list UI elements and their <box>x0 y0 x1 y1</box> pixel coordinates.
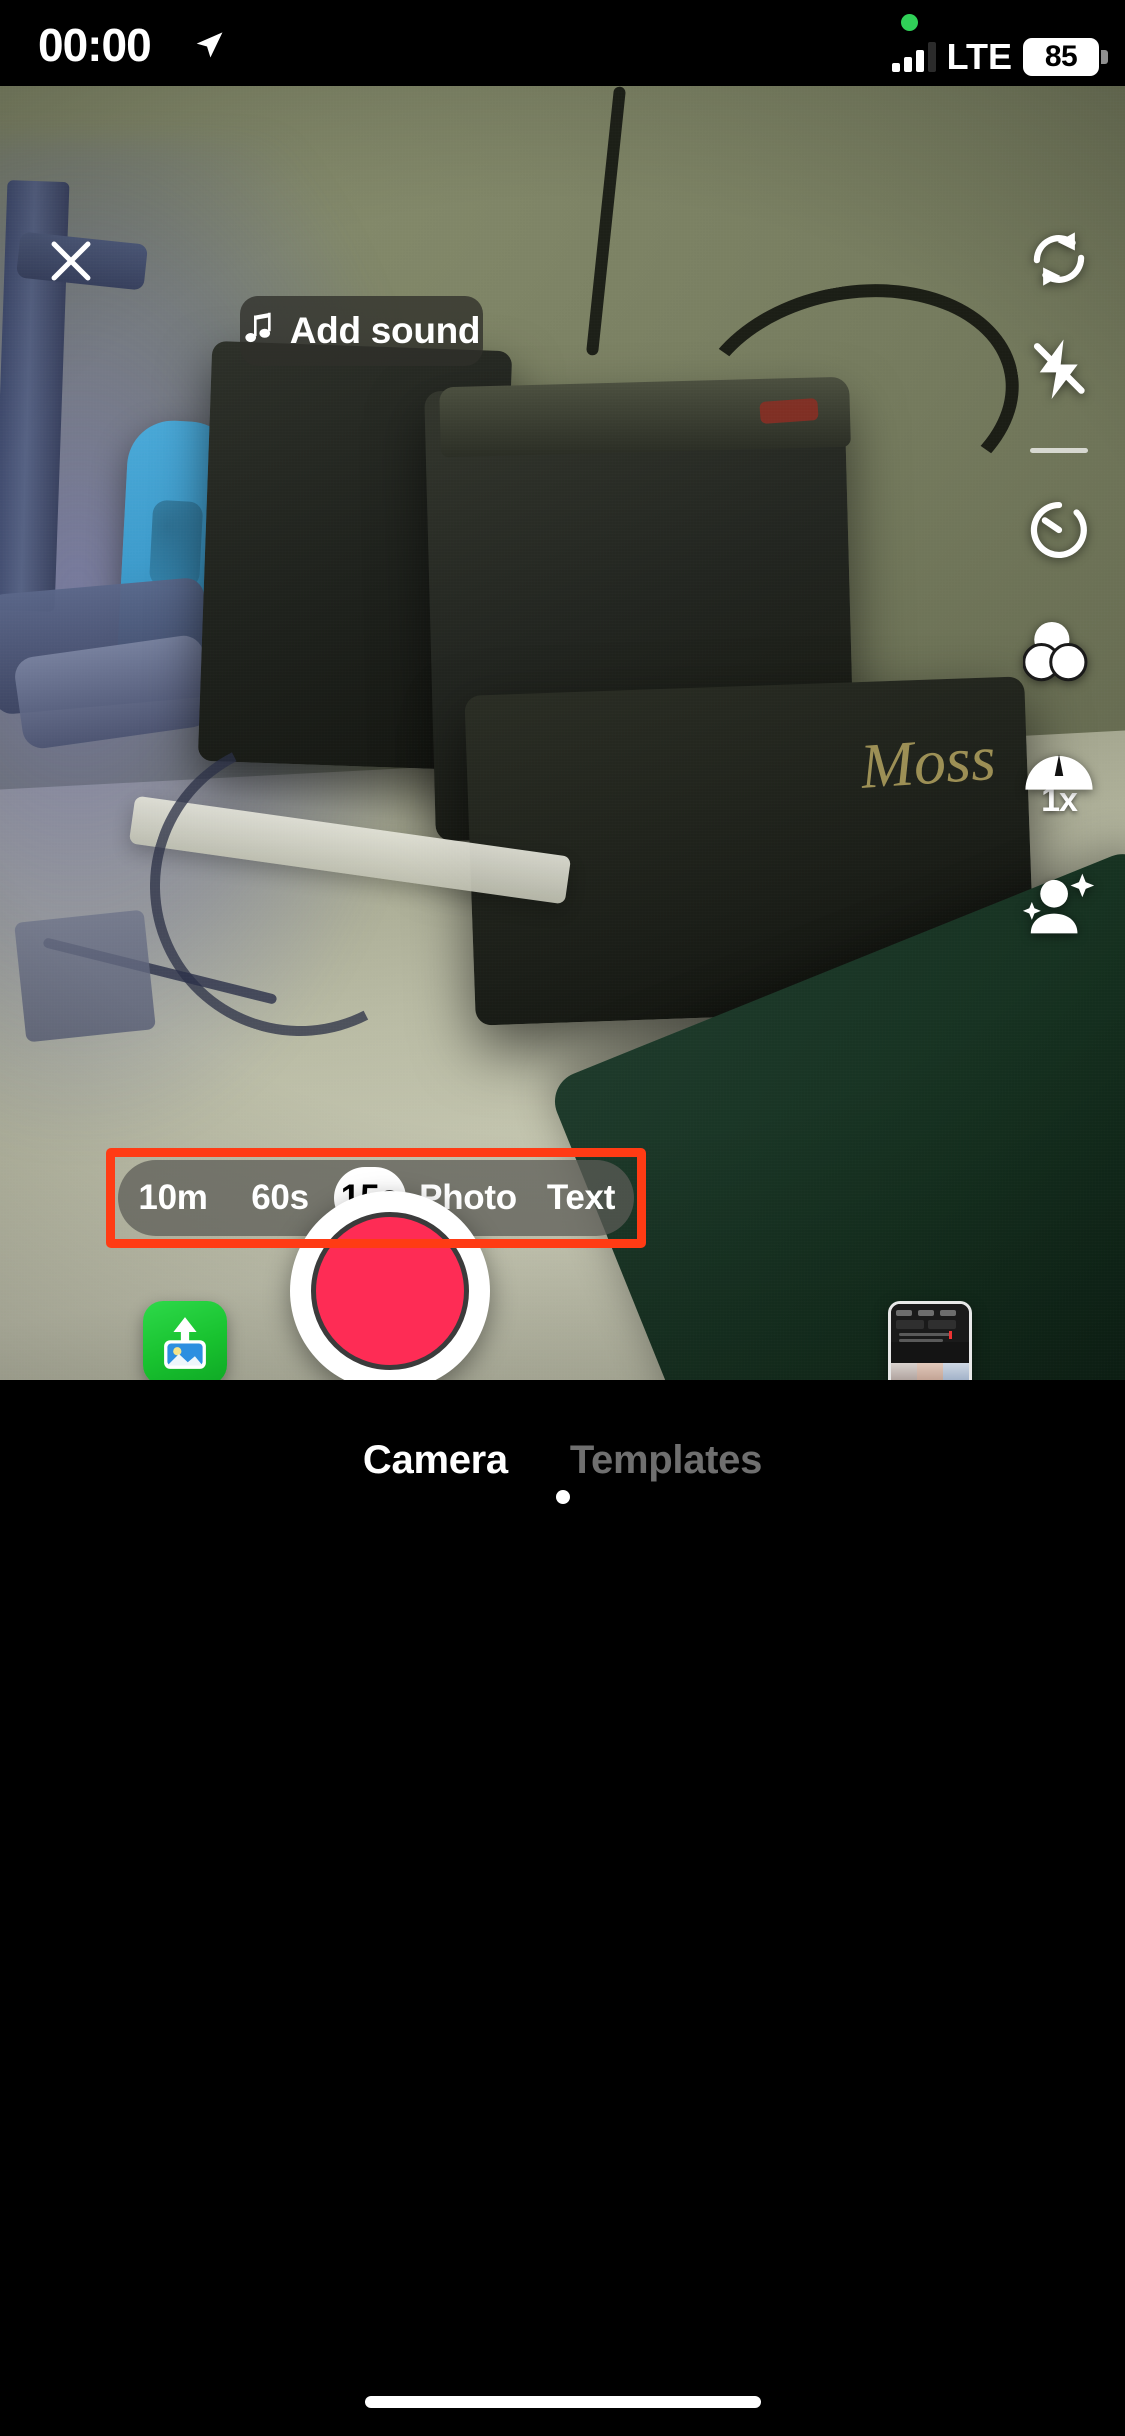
network-type-label: LTE <box>946 36 1012 77</box>
status-time: 00:00 <box>38 19 152 71</box>
close-icon <box>42 232 100 295</box>
phone-screen: Moss <box>0 0 1125 2436</box>
upload-button[interactable]: Upload <box>845 1301 1015 1380</box>
flip-camera-button[interactable] <box>993 206 1125 316</box>
close-button[interactable] <box>30 222 112 304</box>
battery-nub <box>1101 50 1108 64</box>
camera-tool-rail: 1x <box>993 206 1125 963</box>
timer-button[interactable] <box>993 475 1125 589</box>
mode-selector-annotation-box <box>106 1148 646 1248</box>
tab-bar: Camera Templates <box>0 1438 1125 1483</box>
battery-indicator: 85 <box>1023 38 1108 76</box>
effects-button[interactable]: Effects <box>100 1301 270 1380</box>
enhance-button[interactable] <box>993 847 1125 963</box>
beautify-person-icon <box>1021 869 1097 942</box>
add-sound-label: Add sound <box>289 310 481 351</box>
cellular-signal-icon <box>891 42 936 72</box>
tab-templates[interactable]: Templates <box>570 1438 762 1483</box>
tool-rail-divider <box>1030 448 1088 453</box>
flip-camera-icon <box>1025 225 1093 298</box>
flash-off-icon <box>1025 335 1093 408</box>
add-sound-button[interactable]: Add sound <box>240 296 483 366</box>
location-arrow-icon <box>192 28 226 62</box>
filters-icon <box>1022 617 1095 688</box>
zoom-button[interactable]: 1x <box>993 715 1125 847</box>
home-indicator[interactable] <box>364 2396 761 2408</box>
effects-image-icon <box>143 1301 227 1380</box>
speedometer-icon <box>1022 742 1096 799</box>
recording-indicator-dot <box>901 14 918 31</box>
status-bar-right: LTE 85 <box>891 36 1108 78</box>
active-tab-indicator-dot <box>555 1490 570 1504</box>
bottom-bar: Camera Templates <box>0 1380 1125 2436</box>
timer-icon <box>1025 496 1093 569</box>
flash-button[interactable] <box>993 316 1125 426</box>
status-bar: 00:00 LTE 85 <box>0 0 1125 86</box>
battery-percent-label: 85 <box>1044 40 1078 73</box>
filters-button[interactable] <box>993 589 1125 715</box>
camera-viewfinder[interactable]: Moss <box>0 86 1125 1380</box>
tab-camera[interactable]: Camera <box>363 1438 508 1483</box>
gallery-thumbnail-icon <box>888 1301 972 1380</box>
music-note-icon <box>243 311 276 352</box>
